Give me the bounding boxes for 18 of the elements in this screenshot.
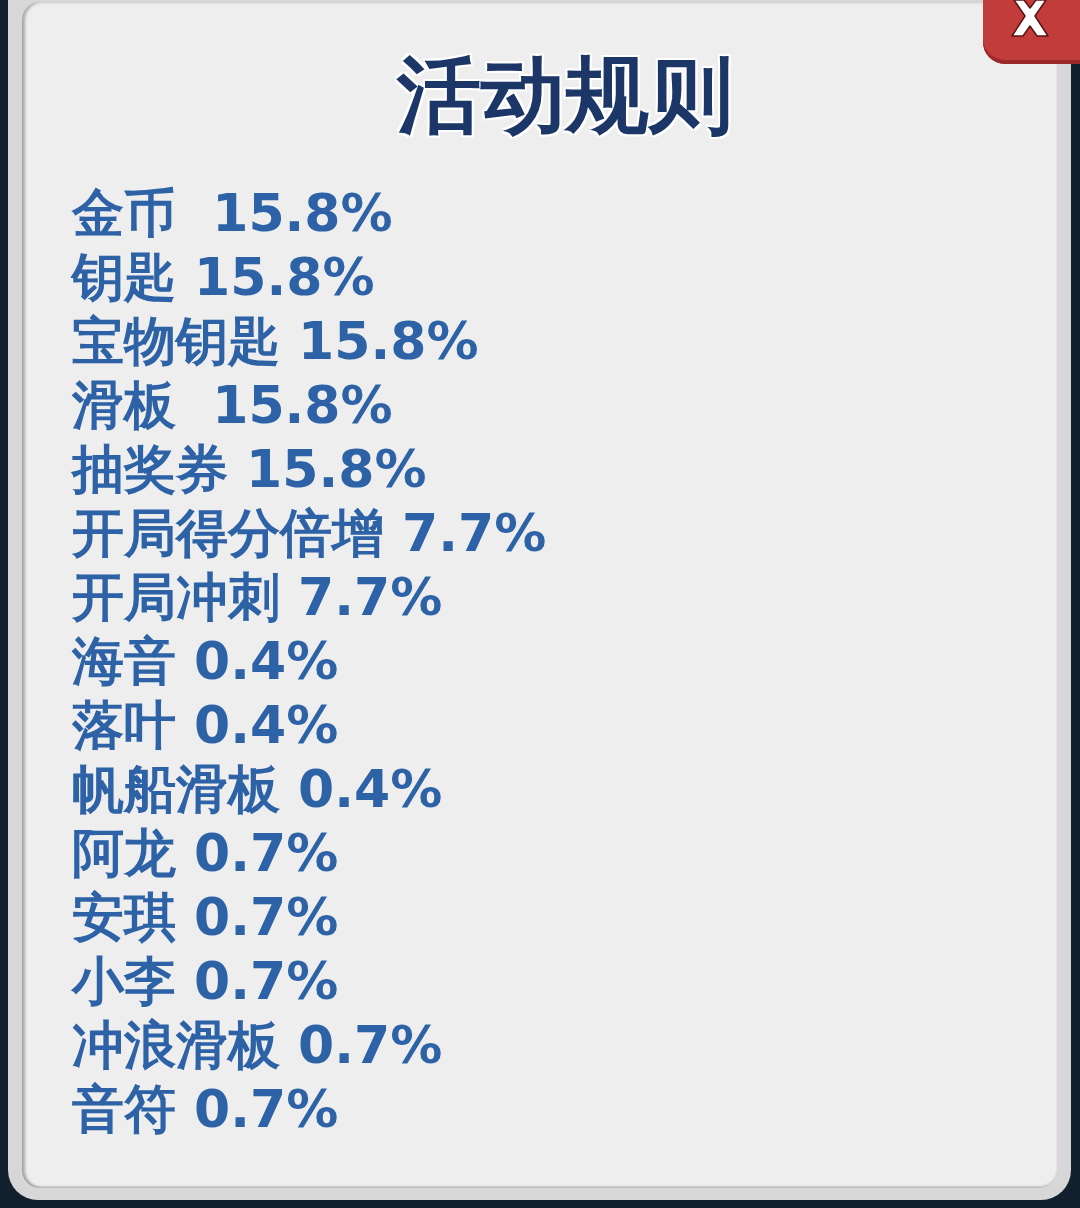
prize-rate-line: 帆船滑板 0.4% — [72, 758, 443, 821]
prize-rate-line: 开局得分倍增 7.7% — [72, 502, 547, 565]
prize-rate-line: 小李 0.7% — [72, 950, 339, 1013]
prize-rate-line: 钥匙 15.8% — [72, 246, 375, 309]
prize-rate-line: 金币 15.8% — [72, 182, 393, 245]
prize-rate-line: 宝物钥匙 15.8% — [72, 310, 479, 373]
prize-rate-line: 安琪 0.7% — [72, 886, 339, 949]
close-button[interactable] — [983, 0, 1080, 64]
dialog-title: 活动规则 — [396, 47, 733, 143]
prize-rate-line: 抽奖券 15.8% — [72, 438, 427, 501]
prize-rate-line: 音符 0.7% — [72, 1078, 339, 1141]
prize-rate-line: 海音 0.4% — [72, 630, 339, 693]
prize-rate-line: 阿龙 0.7% — [72, 822, 339, 885]
prize-rate-line: 滑板 15.8% — [72, 374, 393, 437]
prize-rate-line: 开局冲刺 7.7% — [72, 566, 443, 629]
prize-rate-line: 落叶 0.4% — [72, 694, 339, 757]
close-icon — [1008, 0, 1052, 40]
prize-rate-line: 冲浪滑板 0.7% — [72, 1014, 443, 1077]
